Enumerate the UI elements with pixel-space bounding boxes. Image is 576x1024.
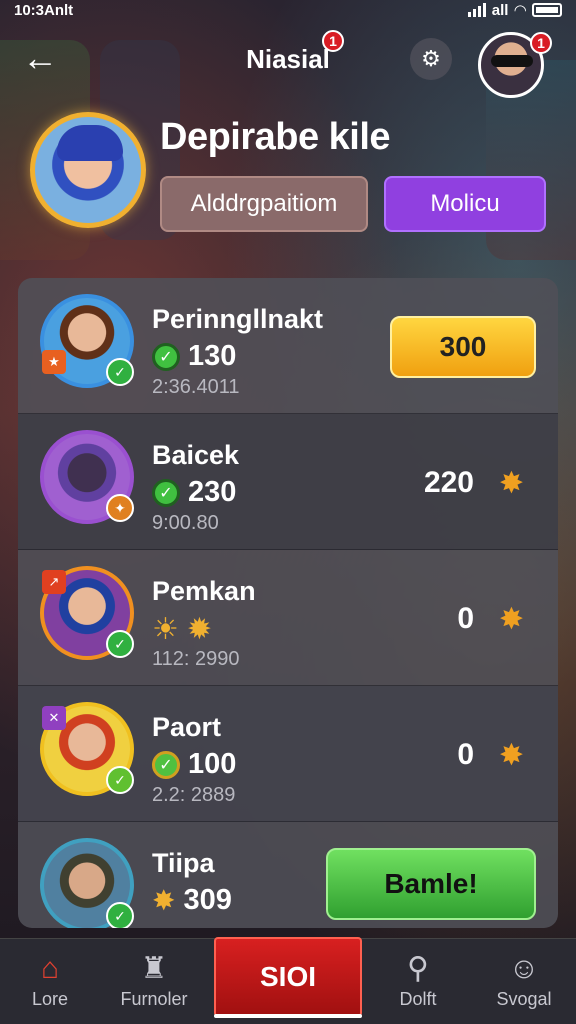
star-icon[interactable]: ✸ — [499, 602, 524, 637]
nav-label: Lore — [31, 989, 69, 1009]
player-subtext: 2.2: 2889 — [152, 784, 236, 806]
star-icon[interactable]: ✸ — [499, 466, 524, 501]
list-item[interactable]: ↗ ✓ Pemkan ☀ ✹ 112: 2990 0 ✸ — [18, 550, 558, 686]
player-avatar: ✦ — [40, 430, 134, 524]
primary-action-button[interactable]: Molicu — [384, 176, 546, 232]
player-subtext: 9:00.80 — [152, 512, 219, 534]
top-bar: ← Niasial 1 ⚙ 1 — [0, 30, 576, 98]
leaf-icon: ✦ — [106, 494, 134, 522]
player-score: ✓ 100 — [152, 748, 236, 781]
player-subtext: 2:36.4011 — [152, 376, 240, 398]
wifi-icon: ◠ — [514, 2, 526, 19]
player-score: ✓ 130 — [152, 340, 236, 373]
list-item[interactable]: ★ ✓ Perinngllnakt ✓ 130 2:36.4011 300 — [18, 278, 558, 414]
secondary-action-button[interactable]: Alddrgpaitiom — [160, 176, 368, 232]
player-name: Perinngllnakt — [152, 304, 324, 334]
avatar-notification-badge: 1 — [530, 32, 552, 54]
player-name: Paort — [152, 712, 222, 742]
player-score: ☀ ✹ — [152, 612, 212, 647]
rank-icon: ✕ — [42, 706, 66, 730]
nav-label: Dolft — [399, 989, 437, 1009]
nav-item-center[interactable]: SIOI — [214, 937, 362, 1017]
player-score: ✓ 230 — [152, 476, 236, 509]
sunglasses-graphic — [491, 55, 533, 67]
star-icon[interactable]: ✸ — [499, 738, 524, 773]
list-item[interactable]: ✓ Tiipa ✸ 309 Bamle! — [18, 822, 558, 928]
player-subtext: 112: 2990 — [152, 648, 240, 670]
nav-item-search[interactable]: ⚲ Dolft — [368, 951, 468, 1010]
player-name: Baicek — [152, 440, 240, 470]
sun-icon: ☀ — [152, 613, 179, 646]
hero-title: Depirabe kile — [160, 116, 391, 158]
nav-item-home[interactable]: ⌂ Lore — [0, 951, 100, 1010]
claim-button[interactable]: 300 — [390, 316, 536, 378]
signal-icon — [467, 3, 486, 17]
player-avatar: ✕ ✓ — [40, 702, 134, 796]
bottom-nav: ⌂ Lore ♜ Furnoler SIOI ⚲ Dolft ☺ Svogal — [0, 937, 576, 1024]
rank-icon: ↗ — [42, 570, 66, 594]
leaf-icon: ✓ — [106, 902, 134, 928]
hero-avatar[interactable] — [30, 112, 146, 228]
carrier-text: all — [491, 1, 509, 19]
player-name: Pemkan — [152, 576, 256, 606]
battle-button[interactable]: Bamle! — [326, 848, 536, 920]
player-score: ✸ 309 — [152, 884, 232, 916]
leaf-icon: ✓ — [106, 766, 134, 794]
player-value: 220 — [423, 466, 474, 499]
check-icon: ✓ — [152, 478, 180, 507]
player-value: 0 — [457, 738, 474, 771]
nav-label: Svogal — [496, 989, 552, 1009]
status-bar: 10:3Anlt all ◠ — [0, 0, 576, 20]
settings-button[interactable]: ⚙ — [410, 38, 452, 80]
player-list: ★ ✓ Perinngllnakt ✓ 130 2:36.4011 300 ✦ B… — [18, 278, 558, 928]
check-icon: ✓ — [152, 750, 180, 779]
list-item[interactable]: ✦ Baicek ✓ 230 9:00.80 220 ✸ — [18, 414, 558, 550]
leaf-icon: ✓ — [106, 358, 134, 386]
player-name: Tiipa — [152, 848, 215, 878]
leaf-icon: ✓ — [106, 630, 134, 658]
player-value: 0 — [457, 602, 474, 635]
check-icon: ✓ — [152, 342, 180, 371]
nav-active-indicator — [214, 1014, 362, 1018]
chat-icon: ☺ — [508, 952, 540, 985]
notification-badge: 1 — [322, 30, 344, 52]
puzzle-icon: ♜ — [140, 952, 168, 985]
player-avatar: ★ ✓ — [40, 294, 134, 388]
gear-icon: ⚙ — [421, 46, 441, 71]
gear-coin-icon: ✹ — [186, 613, 213, 646]
player-avatar: ✓ — [40, 838, 134, 928]
hero-hair-graphic — [57, 125, 123, 161]
home-icon: ⌂ — [40, 952, 60, 985]
nav-item-puzzle[interactable]: ♜ Furnoler — [104, 951, 204, 1010]
battery-icon — [532, 3, 562, 17]
search-icon: ⚲ — [407, 952, 429, 985]
spark-icon: ✸ — [152, 885, 176, 916]
nav-label: Furnoler — [120, 989, 188, 1009]
status-time: 10:3Anlt — [14, 1, 74, 19]
list-item[interactable]: ✕ ✓ Paort ✓ 100 2.2: 2889 0 ✸ — [18, 686, 558, 822]
player-avatar: ↗ ✓ — [40, 566, 134, 660]
nav-item-chat[interactable]: ☺ Svogal — [474, 951, 574, 1010]
rank-icon: ★ — [42, 350, 66, 374]
